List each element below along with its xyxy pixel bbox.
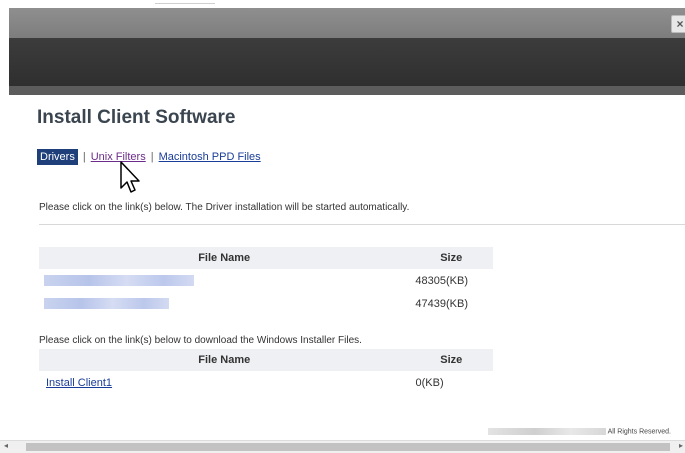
page-title: Install Client Software bbox=[37, 107, 236, 128]
driver-link-2[interactable] bbox=[39, 292, 409, 315]
tab-drivers[interactable]: Drivers bbox=[37, 149, 78, 165]
table-row: Install Client1 0(KB) bbox=[39, 371, 493, 394]
table-row: 47439(KB) bbox=[39, 292, 493, 315]
redacted-link[interactable] bbox=[44, 298, 169, 310]
table-row: 48305(KB) bbox=[39, 269, 493, 292]
file-size: 0(KB) bbox=[415, 376, 444, 389]
table-header-row: File Name Size bbox=[39, 247, 493, 269]
file-size: 47439(KB) bbox=[415, 297, 468, 310]
header-band bbox=[9, 38, 685, 86]
footer: All Rights Reserved. bbox=[488, 428, 671, 435]
install-client1-link[interactable]: Install Client1 bbox=[40, 377, 112, 389]
installer-note: Please click on the link(s) below to dow… bbox=[39, 335, 362, 346]
table-header-row: File Name Size bbox=[39, 349, 493, 371]
tab-macintosh-ppd-files[interactable]: Macintosh PPD Files bbox=[159, 151, 261, 163]
column-header-size: Size bbox=[409, 349, 493, 371]
tab-separator: | bbox=[150, 151, 154, 163]
divider bbox=[39, 224, 685, 225]
column-header-size: Size bbox=[409, 247, 493, 269]
tab-separator: | bbox=[82, 151, 86, 163]
drivers-table: File Name Size 48305(KB) 47439(KB) bbox=[39, 247, 493, 315]
driver-link-1[interactable] bbox=[39, 269, 409, 292]
close-button[interactable]: × bbox=[671, 15, 685, 33]
drivers-note: Please click on the link(s) below. The D… bbox=[39, 202, 410, 213]
header-sub-band bbox=[9, 86, 685, 95]
content-area: Install Client Software Drivers | Unix Fil… bbox=[9, 95, 685, 440]
scroll-right-icon[interactable]: ▸ bbox=[679, 441, 683, 450]
scroll-left-icon[interactable]: ◂ bbox=[4, 441, 8, 450]
footer-text: All Rights Reserved. bbox=[607, 428, 671, 436]
dialog-titlebar: × bbox=[9, 8, 685, 38]
horizontal-scrollbar[interactable]: ◂ ▸ bbox=[0, 440, 685, 453]
installer-table: File Name Size Install Client1 0(KB) bbox=[39, 349, 493, 394]
file-size: 48305(KB) bbox=[415, 274, 468, 287]
top-edge bbox=[0, 0, 685, 7]
scrollbar-thumb[interactable] bbox=[26, 443, 670, 451]
installer-file-cell: Install Client1 bbox=[39, 371, 410, 394]
redacted-link[interactable] bbox=[44, 275, 194, 287]
column-header-file-name: File Name bbox=[39, 247, 410, 269]
redacted-copyright bbox=[488, 428, 606, 435]
column-header-file-name: File Name bbox=[39, 349, 410, 371]
mouse-pointer-icon bbox=[120, 161, 140, 193]
